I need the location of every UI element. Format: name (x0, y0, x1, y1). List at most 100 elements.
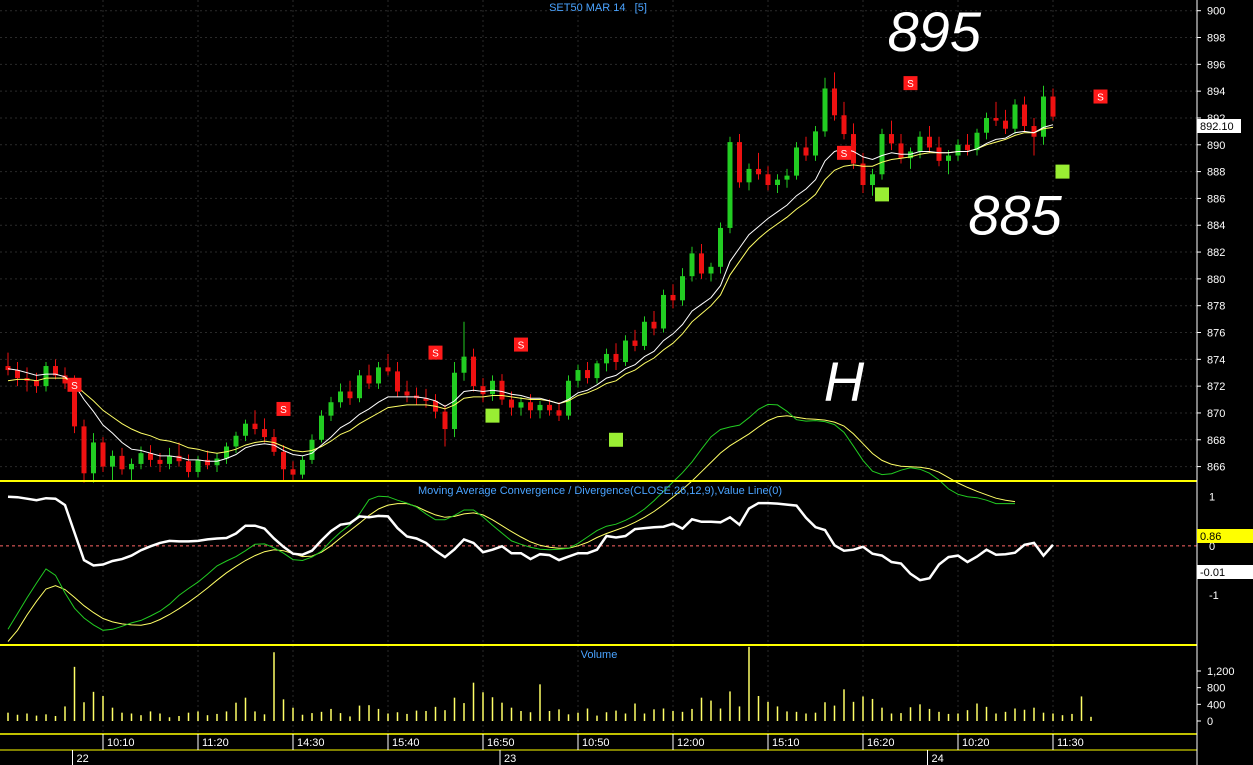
price-tick-label: 896 (1207, 59, 1225, 71)
chart-title: SET50 MAR 14 [5] (549, 2, 647, 14)
price-tick-label: 894 (1207, 86, 1225, 98)
candle-body (946, 155, 951, 161)
candle-body (404, 391, 410, 396)
price-tick-label: 900 (1207, 6, 1225, 18)
candle-body (936, 147, 942, 161)
price-tick-label: 884 (1207, 220, 1225, 232)
volume-panel-title: Volume (581, 649, 618, 661)
sell-signal-label: S (907, 79, 914, 90)
candle-body (642, 321, 647, 346)
time-tick-label: 15:40 (392, 737, 420, 749)
candle-body (832, 88, 837, 116)
volume-tick-label: 400 (1207, 699, 1225, 711)
candle-body (841, 115, 847, 135)
candle-body (186, 461, 191, 472)
macd-hist-label: -0.01 (1200, 567, 1225, 579)
price-tick-label: 888 (1207, 167, 1225, 179)
sell-signal-label: S (71, 381, 78, 392)
volume-tick-label: 0 (1207, 716, 1213, 728)
time-tick-label: 11:30 (1057, 737, 1084, 749)
price-tick-label: 868 (1207, 435, 1225, 447)
time-tick-label: 15:10 (772, 737, 800, 749)
candle-body (585, 370, 590, 379)
candle-body (518, 402, 524, 408)
candle-body (357, 375, 362, 399)
buy-signal-marker (485, 408, 500, 423)
candle-body (765, 174, 771, 186)
candle-body (794, 147, 799, 176)
candle-body (547, 404, 552, 411)
sell-signal-label: S (1097, 93, 1104, 104)
candle-body (775, 179, 780, 186)
candle-body (756, 168, 761, 175)
candle-body (708, 266, 714, 274)
macd-panel-title: Moving Average Convergence / Divergence(… (418, 485, 782, 497)
candle-body (889, 134, 894, 144)
candle-body (376, 367, 381, 384)
day-tick-label: 24 (932, 753, 944, 765)
candle-body (81, 426, 87, 474)
price-tick-label: 898 (1207, 33, 1225, 45)
candle-body (651, 321, 657, 329)
candle-body (813, 131, 818, 156)
candle-body (385, 367, 391, 372)
candle-body (803, 147, 809, 156)
volume-tick-label: 1,200 (1207, 666, 1235, 678)
macd-value-label: 0.86 (1200, 531, 1221, 543)
candle-body (157, 459, 163, 464)
candle-body (34, 380, 39, 387)
candle-body (718, 227, 723, 267)
candle-body (347, 391, 353, 399)
candle-body (1022, 104, 1027, 127)
candle-body (927, 136, 932, 148)
macd-tick-label: 1 (1209, 492, 1215, 504)
price-tick-label: 870 (1207, 408, 1225, 420)
chart-annotation: 895 (888, 0, 982, 63)
sell-signal-label: S (841, 149, 848, 160)
price-tick-label: 874 (1207, 354, 1225, 366)
candle-body (290, 469, 296, 475)
candle-body (661, 294, 666, 329)
candle-body (575, 370, 581, 381)
buy-signal-marker (1055, 164, 1070, 179)
candle-body (1041, 96, 1046, 137)
time-tick-label: 16:50 (487, 737, 515, 749)
candle-body (167, 455, 172, 464)
price-tick-label: 882 (1207, 247, 1225, 259)
candle-body (395, 371, 400, 392)
buy-signal-marker (609, 432, 623, 447)
time-tick-label: 12:00 (677, 737, 705, 749)
candle-body (243, 423, 248, 436)
candle-body (917, 136, 923, 152)
candle-body (129, 463, 134, 470)
candle-body (689, 253, 695, 277)
candle-body (91, 442, 96, 474)
candle-body (119, 455, 125, 470)
time-tick-label: 10:50 (582, 737, 610, 749)
price-tick-label: 866 (1207, 462, 1225, 474)
candle-body (737, 142, 742, 183)
candle-body (461, 356, 467, 373)
candle-body (613, 353, 619, 363)
macd-value-tag: 0.86 (1197, 529, 1253, 543)
price-tick-label: 872 (1207, 381, 1225, 393)
chart-background (0, 0, 1253, 765)
candle-body (784, 175, 790, 180)
candle-body (556, 410, 562, 416)
time-tick-label: 10:10 (107, 737, 135, 749)
candle-body (15, 370, 20, 379)
candle-body (195, 459, 201, 472)
sell-signal-label: S (280, 405, 287, 416)
candle-body (328, 402, 334, 416)
candle-body (965, 144, 970, 151)
candle-body (993, 117, 999, 121)
last-price-label: 892.10 (1200, 121, 1234, 133)
macd-tick-label: -1 (1209, 590, 1219, 602)
candle-body (860, 163, 866, 186)
candle-body (300, 459, 305, 475)
candle-body (727, 142, 733, 228)
day-tick-label: 23 (504, 753, 516, 765)
candle-body (851, 134, 856, 164)
candle-body (528, 402, 533, 411)
time-tick-label: 14:30 (297, 737, 325, 749)
